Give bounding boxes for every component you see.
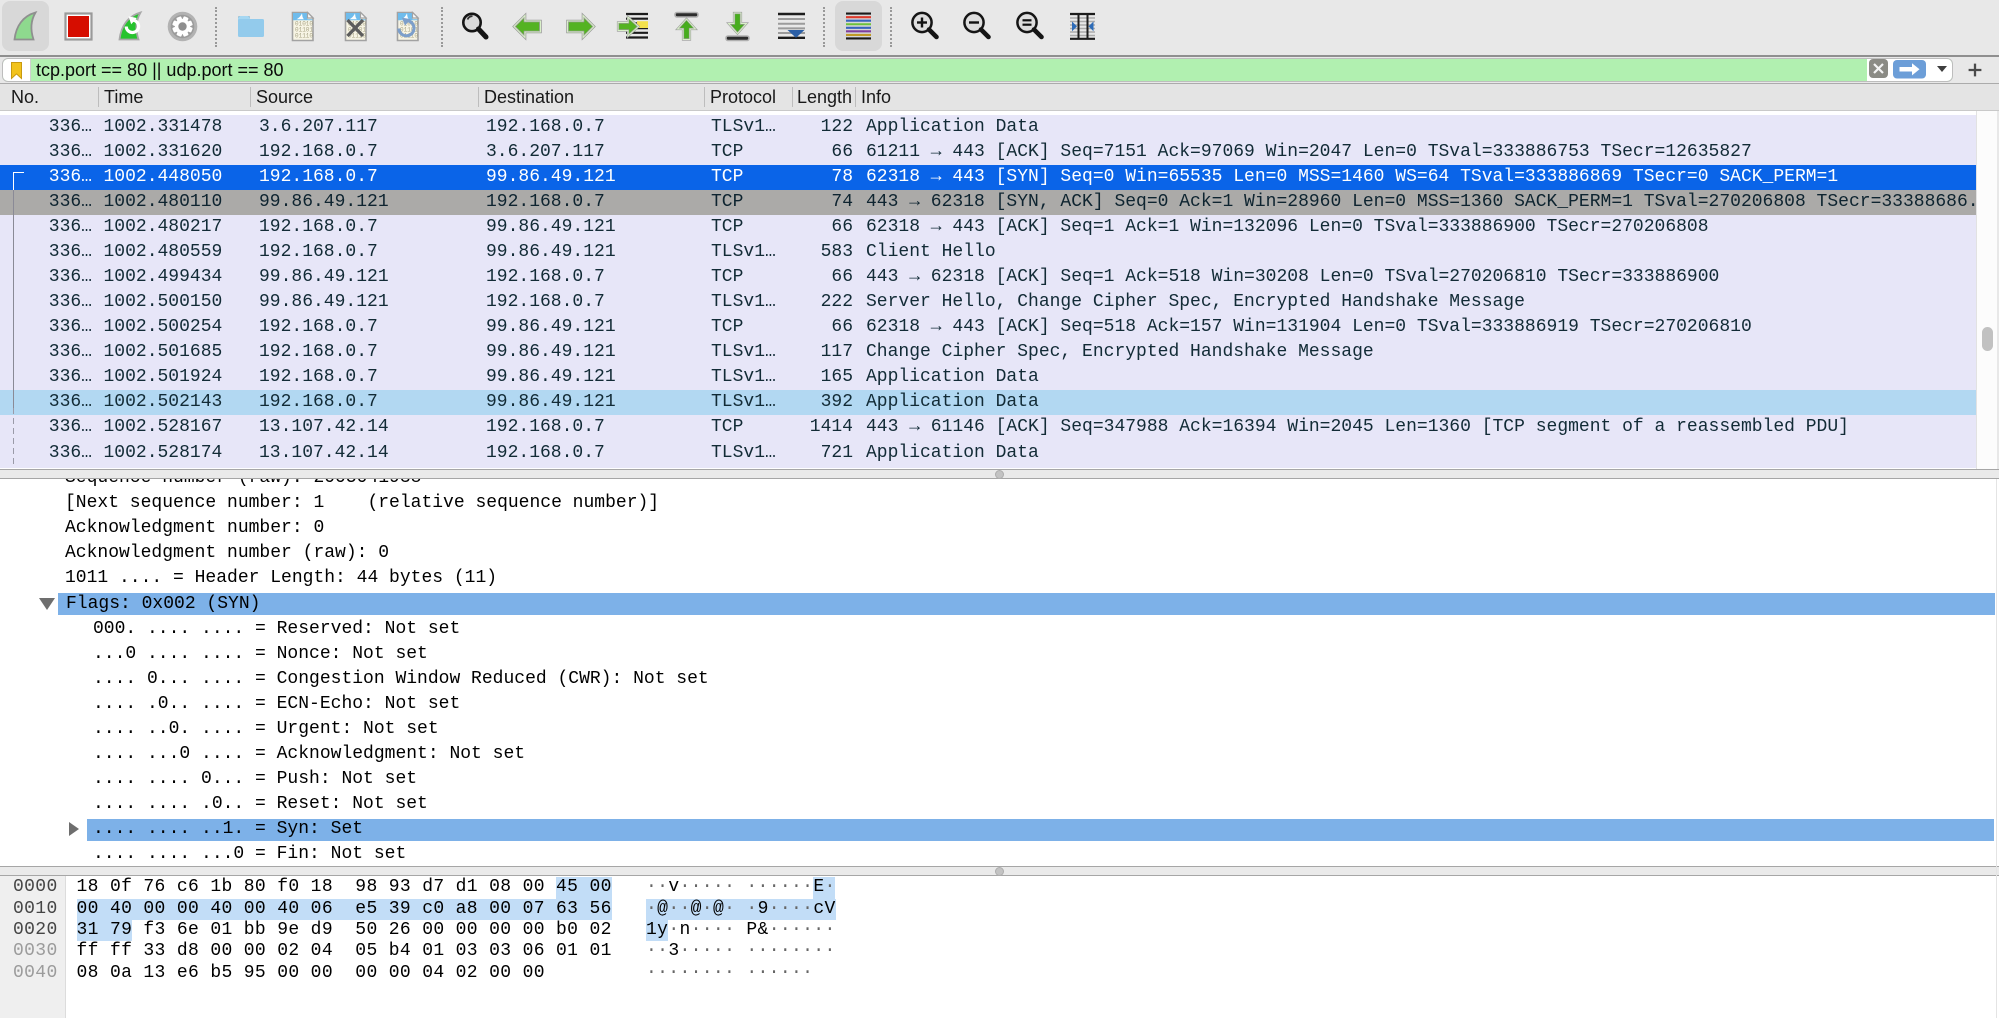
svg-text:01110: 01110: [295, 33, 313, 40]
